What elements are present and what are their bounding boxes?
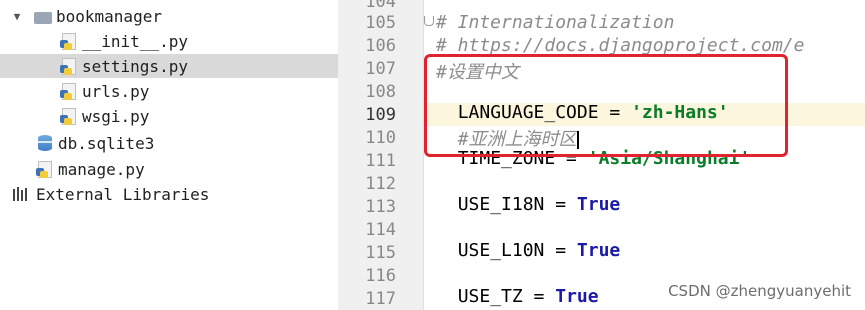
line-number: 104	[365, 0, 396, 12]
code-line-106[interactable]: # https://docs.djangoproject.com/e	[436, 35, 804, 56]
line-number: 108	[365, 82, 396, 102]
line-number: 110	[365, 128, 396, 148]
tree-item-label: db.sqlite3	[58, 133, 155, 153]
code-line-105[interactable]: # Internationalization	[436, 12, 674, 33]
line-number: 112	[365, 174, 396, 194]
tree-item-label: External Libraries	[36, 184, 210, 204]
database-icon	[36, 134, 54, 152]
python-file-icon	[60, 32, 78, 50]
tree-item-db-sqlite3[interactable]: db.sqlite3	[0, 131, 374, 155]
tree-item-label: __init__.py	[82, 31, 188, 51]
code-token-keyword: True	[576, 194, 621, 215]
line-number: 115	[365, 243, 396, 263]
python-file-icon	[60, 107, 78, 125]
line-number-gutter: 104 105 106 107 108 109 110 111 112 113 …	[338, 0, 424, 310]
tree-item-label: bookmanager	[56, 6, 162, 26]
tree-item-label: urls.py	[82, 81, 150, 101]
watermark: CSDN @zhengyuanyehit	[668, 282, 851, 300]
code-token-keyword: True	[576, 240, 621, 261]
line-number: 113	[365, 197, 396, 217]
current-line-number: 109	[365, 105, 396, 125]
tree-item-bookmanager[interactable]: ▼ bookmanager	[0, 4, 348, 28]
tree-item-manage[interactable]: manage.py	[0, 157, 374, 181]
line-number: 116	[365, 266, 396, 286]
line-number: 111	[365, 151, 396, 171]
code-line-116[interactable]: USE_TZ = True	[436, 265, 599, 307]
code-token-name: USE_TZ =	[457, 286, 556, 307]
tree-item-label: manage.py	[58, 159, 145, 179]
tree-item-external-libraries[interactable]: External Libraries	[0, 182, 350, 206]
line-number: 105	[365, 13, 396, 33]
line-number: 114	[365, 220, 396, 240]
code-token-keyword: True	[555, 286, 599, 307]
code-token-name: USE_I18N =	[457, 194, 577, 215]
python-file-icon	[36, 160, 54, 178]
python-file-icon	[60, 82, 78, 100]
line-number: 117	[365, 289, 396, 309]
folder-icon	[34, 11, 52, 24]
fold-icon[interactable]	[424, 16, 434, 26]
chevron-down-icon[interactable]: ▼	[10, 10, 24, 23]
line-number: 106	[365, 36, 396, 56]
project-tree: ▼ bookmanager __init__.py settings.py ur…	[0, 0, 398, 310]
code-token-name: USE_L10N =	[457, 240, 577, 261]
code-line-112[interactable]: USE_I18N = True	[436, 173, 621, 215]
tree-item-label: settings.py	[82, 56, 188, 76]
libraries-icon	[12, 185, 32, 203]
python-file-icon	[60, 57, 78, 75]
line-number: 107	[365, 59, 396, 79]
code-line-114[interactable]: USE_L10N = True	[436, 219, 621, 261]
annotation-highlight-box	[424, 54, 788, 157]
tree-item-label: wsgi.py	[82, 106, 150, 126]
